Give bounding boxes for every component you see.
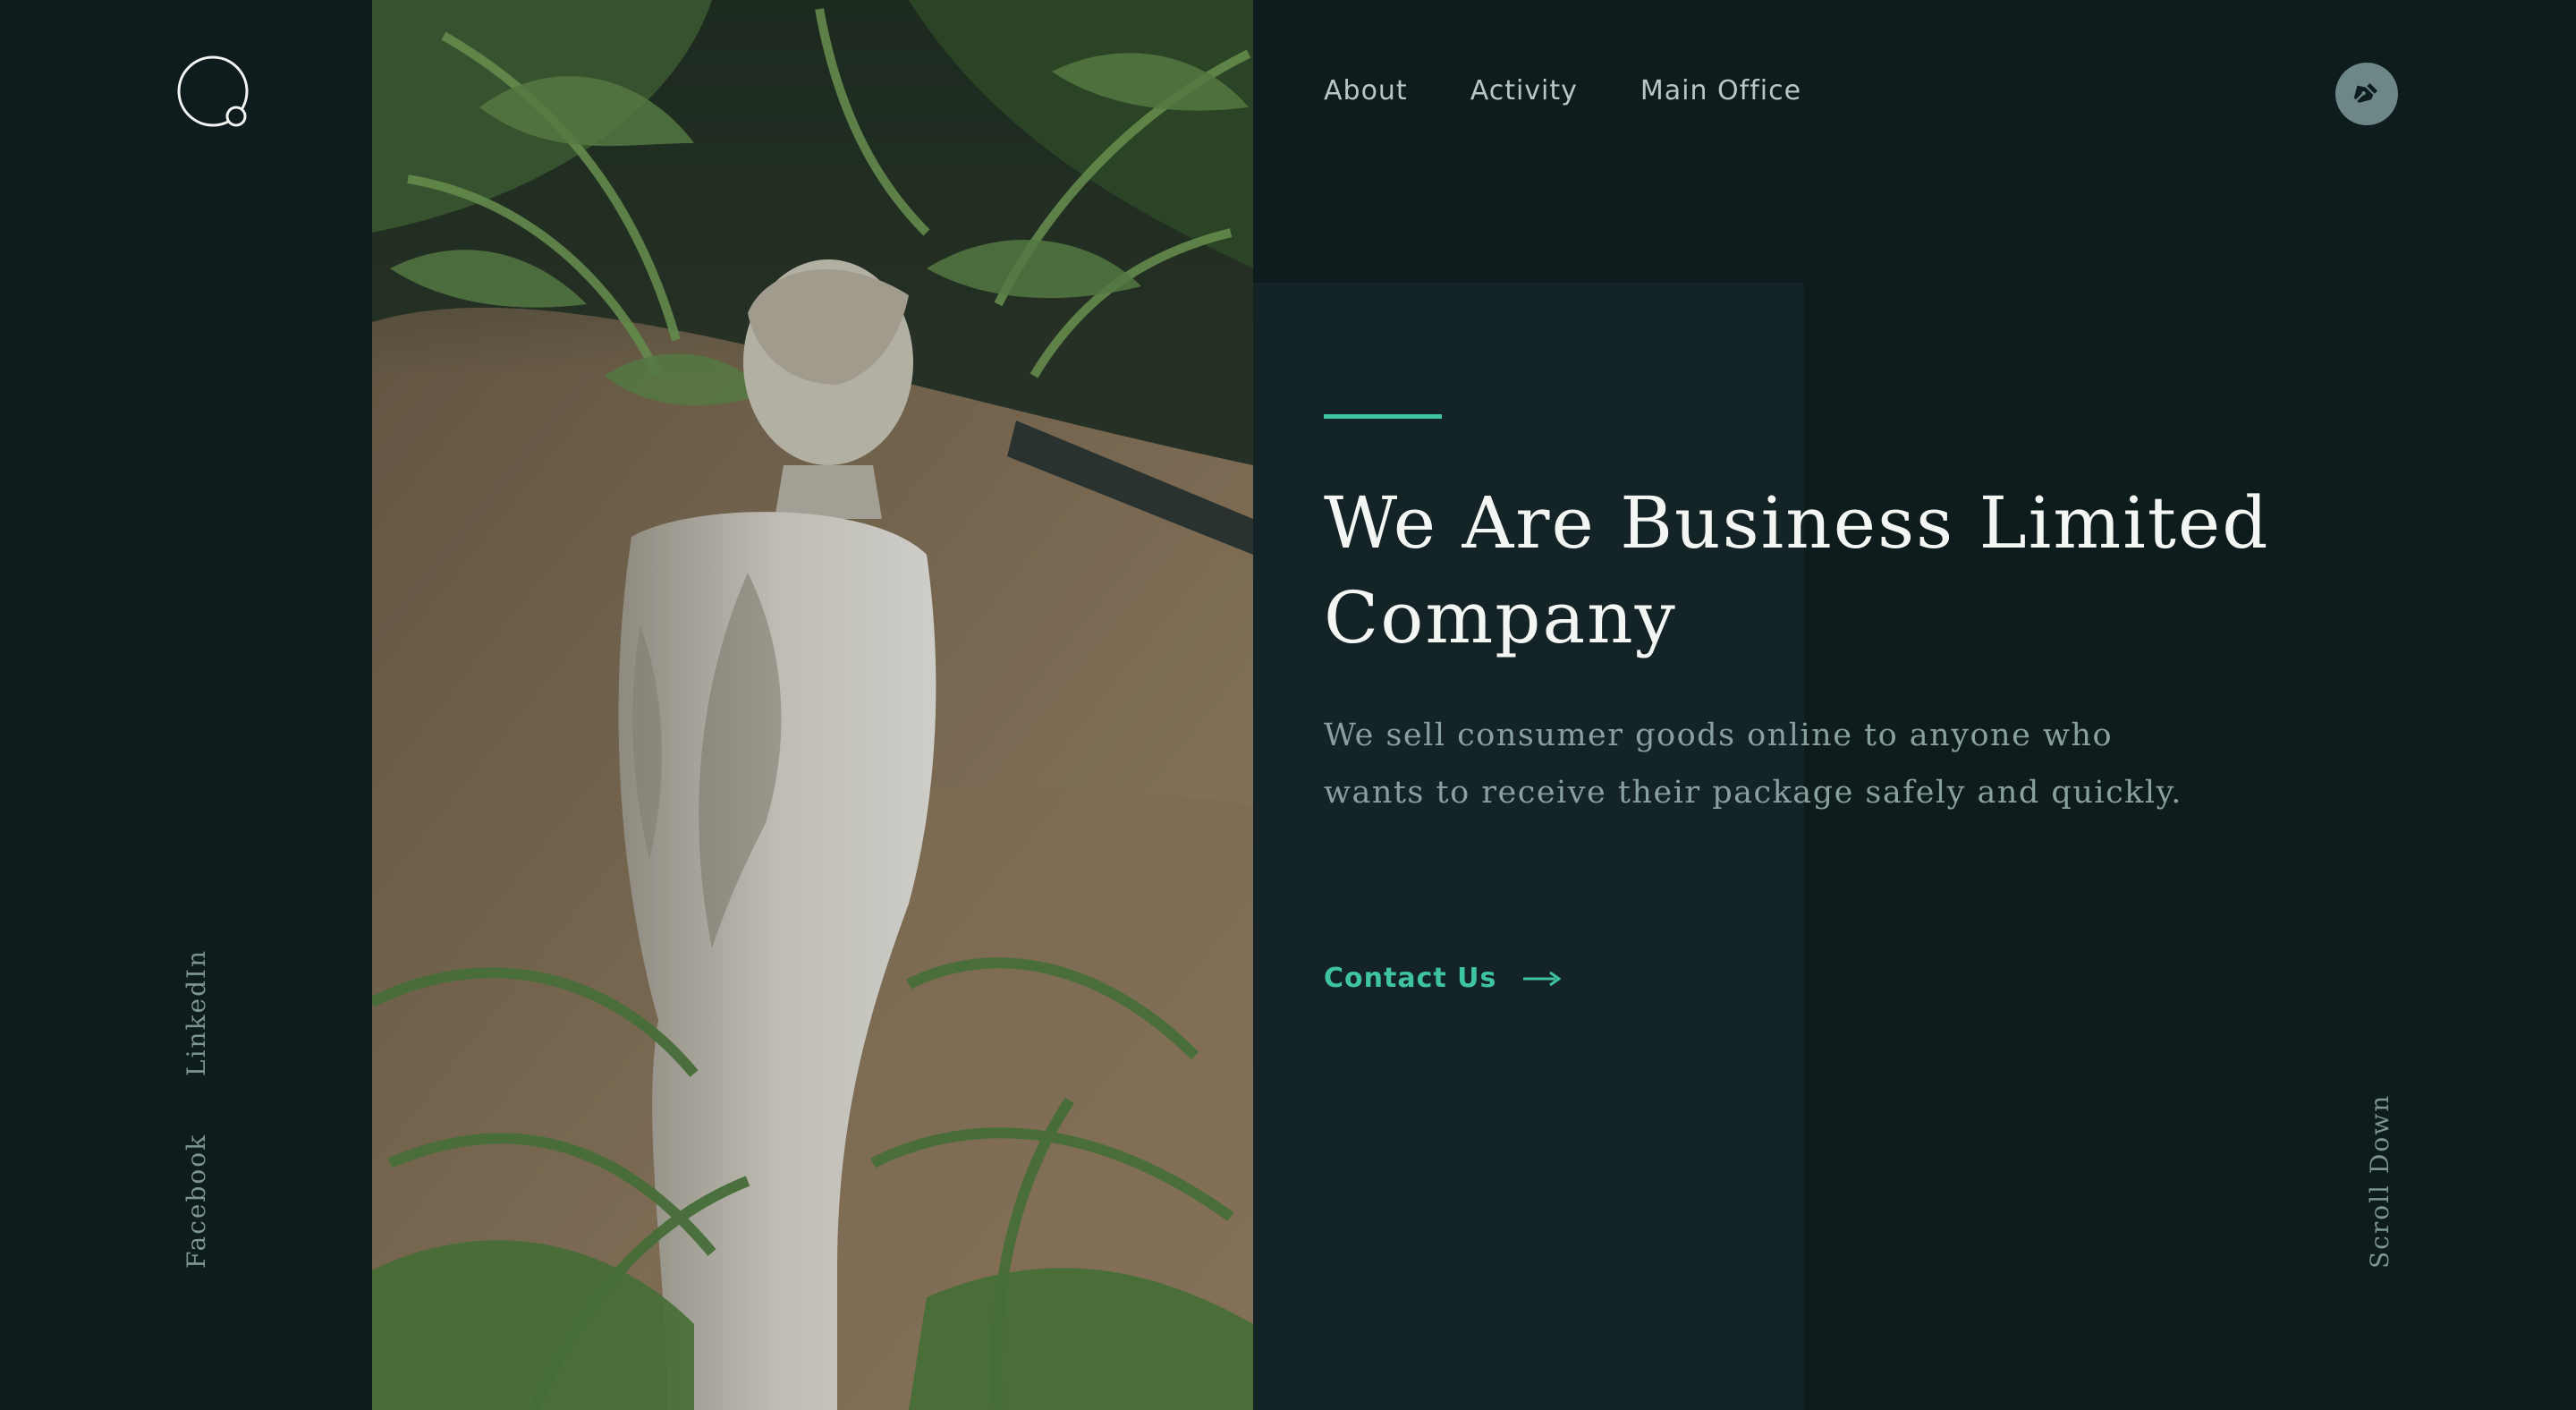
social-link-linkedin[interactable]: LinkedIn (182, 949, 212, 1076)
nav-item-main-office[interactable]: Main Office (1640, 70, 1801, 113)
arrow-right-icon (1523, 970, 1562, 988)
nav-item-about[interactable]: About (1324, 70, 1408, 113)
content-panel (1253, 283, 1804, 1410)
pen-nib-icon (2353, 82, 2378, 103)
hero-description: We sell consumer goods online to anyone … (1324, 718, 2182, 811)
nav-item-activity[interactable]: Activity (1470, 70, 1578, 113)
scroll-down-link[interactable]: Scroll Down (2365, 1094, 2395, 1269)
hero-headline: We Are Business Limited Company (1324, 481, 2270, 659)
contact-us-link[interactable]: Contact Us (1324, 957, 1562, 1000)
accent-line (1324, 414, 1442, 419)
main-nav: About Activity Main Office (1324, 70, 1801, 113)
edit-button[interactable] (2335, 63, 2398, 125)
social-link-facebook[interactable]: Facebook (182, 1134, 212, 1269)
contact-us-label: Contact Us (1324, 963, 1497, 994)
circle-logo-icon[interactable] (175, 54, 256, 134)
landing-page: About Activity Main Office We Are Busine… (0, 0, 2576, 1410)
hero-photo (372, 0, 1253, 1410)
